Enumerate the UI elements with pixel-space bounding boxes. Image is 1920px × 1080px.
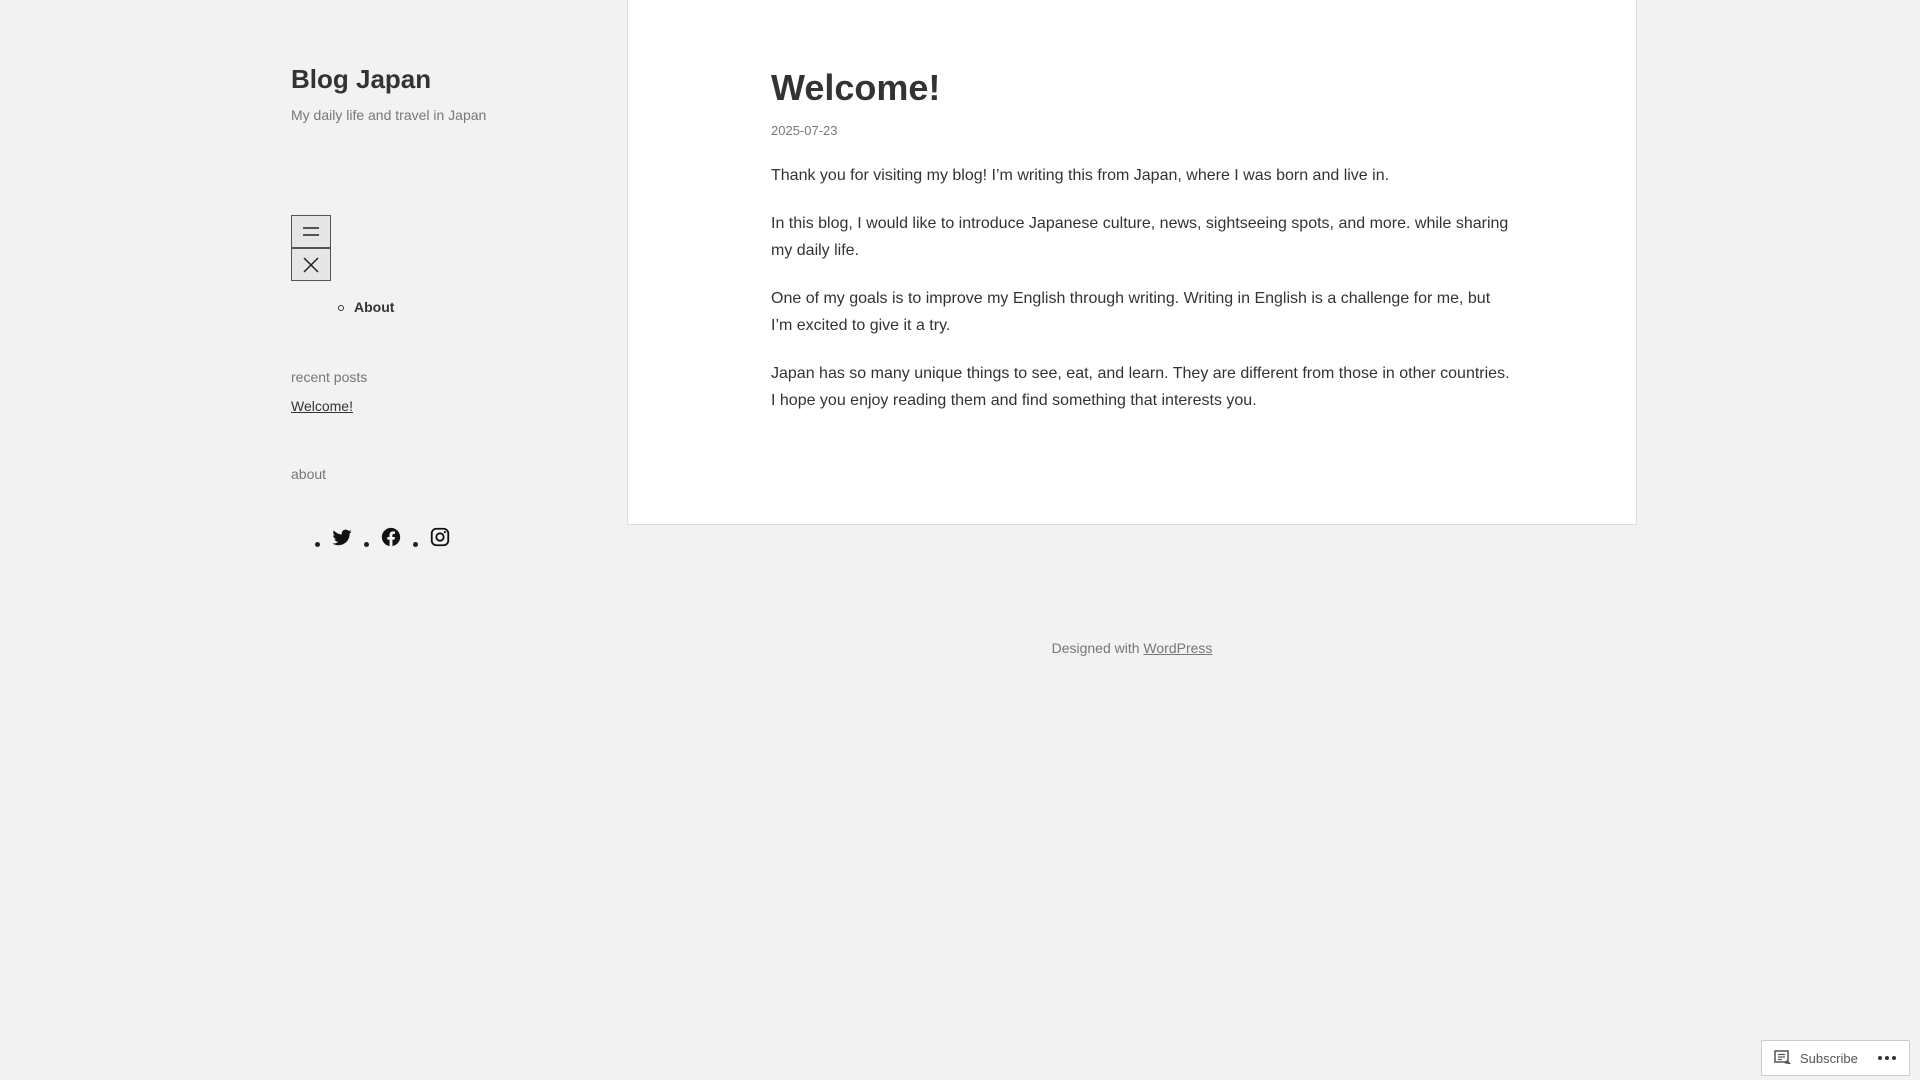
- menu-close-button[interactable]: [291, 248, 331, 281]
- instagram-icon[interactable]: [429, 526, 451, 548]
- recent-post-link[interactable]: Welcome!: [291, 398, 353, 414]
- post-paragraph: In this blog, I would like to introduce …: [771, 215, 1509, 259]
- subscribe-button[interactable]: Subscribe: [1762, 1050, 1858, 1066]
- post-paragraph: One of my goals is to improve my English…: [771, 290, 1491, 334]
- post-article: Welcome! 2025-07-23 Thank you for visiti…: [771, 70, 1511, 414]
- content-card: Welcome! 2025-07-23 Thank you for visiti…: [627, 0, 1637, 525]
- social-links: [291, 526, 621, 548]
- nav-menu: About: [291, 299, 621, 315]
- wordpress-link[interactable]: WordPress: [1143, 640, 1212, 656]
- menu-open-button[interactable]: [291, 215, 331, 248]
- post-date: 2025-07-23: [771, 123, 838, 138]
- recent-posts-title: recent posts: [291, 369, 368, 385]
- about-title: about: [291, 466, 327, 482]
- list-bullet: [413, 541, 418, 547]
- site-footer: Designed with WordPress: [627, 640, 1637, 656]
- nav-item-about[interactable]: About: [338, 299, 621, 315]
- list-bullet: [315, 541, 320, 547]
- post-paragraph: Thank you for visiting my blog! I’m writ…: [771, 167, 1390, 184]
- subscribe-label: Subscribe: [1800, 1050, 1858, 1066]
- facebook-icon[interactable]: [380, 526, 402, 548]
- hamburger-menu-icon: [303, 227, 319, 236]
- about-widget: about: [291, 466, 621, 482]
- sidebar: Blog Japan My daily life and travel in J…: [291, 0, 621, 548]
- list-bullet: [364, 541, 369, 547]
- close-icon: [303, 257, 319, 273]
- reader-icon: [1774, 1050, 1791, 1064]
- post-title: Welcome!: [771, 67, 941, 108]
- post-body: Thank you for visiting my blog! I’m writ…: [771, 162, 1511, 414]
- site-description: My daily life and travel in Japan: [291, 107, 487, 123]
- footer-credit-text: Designed with: [1051, 640, 1144, 656]
- post-paragraph: Japan has so many unique things to see, …: [771, 365, 1510, 409]
- recent-posts-widget: recent posts Welcome!: [291, 369, 621, 416]
- subscribe-bar: Subscribe: [1761, 1040, 1910, 1076]
- ellipsis-icon[interactable]: [1877, 1056, 1896, 1060]
- site-title[interactable]: Blog Japan: [291, 62, 621, 96]
- twitter-icon[interactable]: [331, 526, 353, 548]
